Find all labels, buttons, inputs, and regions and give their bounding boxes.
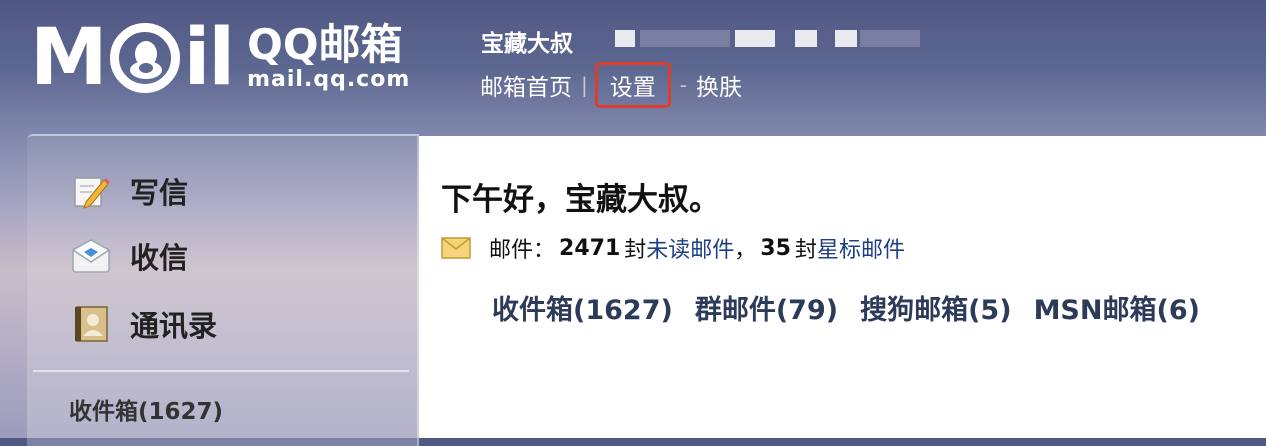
sidebar-item-label: 收信 <box>130 241 189 275</box>
sidebar-divider <box>33 370 409 372</box>
main-panel: 下午好，宝藏大叔。 邮件： 2471 封 未读邮件 ， 35 封 星标邮件 收件… <box>419 136 1266 438</box>
logo-wordmark: M il <box>30 13 236 103</box>
contacts-icon <box>71 305 111 343</box>
folder-link-group-mail[interactable]: 群邮件(79) <box>695 288 838 327</box>
folder-link-inbox[interactable]: 收件箱(1627) <box>492 288 673 327</box>
qqmail-logo[interactable]: M il QQ邮箱 mail.qq.com <box>30 16 410 100</box>
unread-mail-link[interactable]: 未读邮件 <box>646 232 734 264</box>
logo-letters-il: il <box>183 13 236 103</box>
redacted-block <box>835 30 857 47</box>
link-separator: | <box>581 73 588 97</box>
folder-link-msn-mail[interactable]: MSN邮箱(6) <box>1034 288 1200 327</box>
sidebar-item-compose[interactable]: 写信 <box>71 170 188 212</box>
star-count: 35 <box>760 235 791 261</box>
redacted-block <box>735 30 775 47</box>
logo-letter-m: M <box>30 13 108 103</box>
top-nav: 邮箱首页 | 设置 - 换肤 <box>480 62 742 108</box>
logo-domain: mail.qq.com <box>247 67 411 92</box>
envelope-icon <box>441 237 471 259</box>
mail-stats: 邮件： 2471 封 未读邮件 ， 35 封 星标邮件 <box>441 232 905 264</box>
redacted-block <box>615 30 635 47</box>
user-name[interactable]: 宝藏大叔 <box>481 24 573 58</box>
sidebar-item-label: 写信 <box>130 176 189 210</box>
greeting: 下午好，宝藏大叔。 <box>441 182 720 218</box>
folder-shortcuts: 收件箱(1627) 群邮件(79) 搜狗邮箱(5) MSN邮箱(6) <box>492 288 1222 327</box>
sidebar-item-contacts[interactable]: 通讯录 <box>71 303 217 345</box>
redacted-block <box>795 30 817 47</box>
stats-comma: ， <box>734 238 757 263</box>
inbox-icon <box>71 237 111 275</box>
folder-link-sogou-mail[interactable]: 搜狗邮箱(5) <box>860 288 1011 327</box>
sidebar-item-label: 通讯录 <box>130 309 218 343</box>
penguin-logo-icon <box>109 23 180 93</box>
link-separator: - <box>679 73 687 97</box>
header: M il QQ邮箱 mail.qq.com 宝藏大叔 邮箱首页 | 设置 - 换… <box>0 0 1266 136</box>
unread-count: 2471 <box>559 235 621 261</box>
redacted-block <box>640 30 730 47</box>
link-mailbox-home[interactable]: 邮箱首页 <box>480 68 572 102</box>
stats-unit: 封 <box>624 238 647 263</box>
sidebar-item-inbox[interactable]: 收信 <box>71 235 188 277</box>
stats-unit: 封 <box>794 238 817 263</box>
sidebar: 写信 收信 通讯录 收件箱(1627) <box>27 134 419 446</box>
sidebar-folder-inbox[interactable]: 收件箱(1627) <box>69 392 223 426</box>
compose-icon <box>71 172 111 210</box>
starred-mail-link[interactable]: 星标邮件 <box>817 232 905 264</box>
redacted-block <box>860 30 920 47</box>
stats-prefix: 邮件： <box>489 238 556 263</box>
link-settings[interactable]: 设置 <box>594 62 671 108</box>
link-change-skin[interactable]: 换肤 <box>696 68 742 102</box>
logo-product-name: QQ邮箱 <box>247 20 403 69</box>
